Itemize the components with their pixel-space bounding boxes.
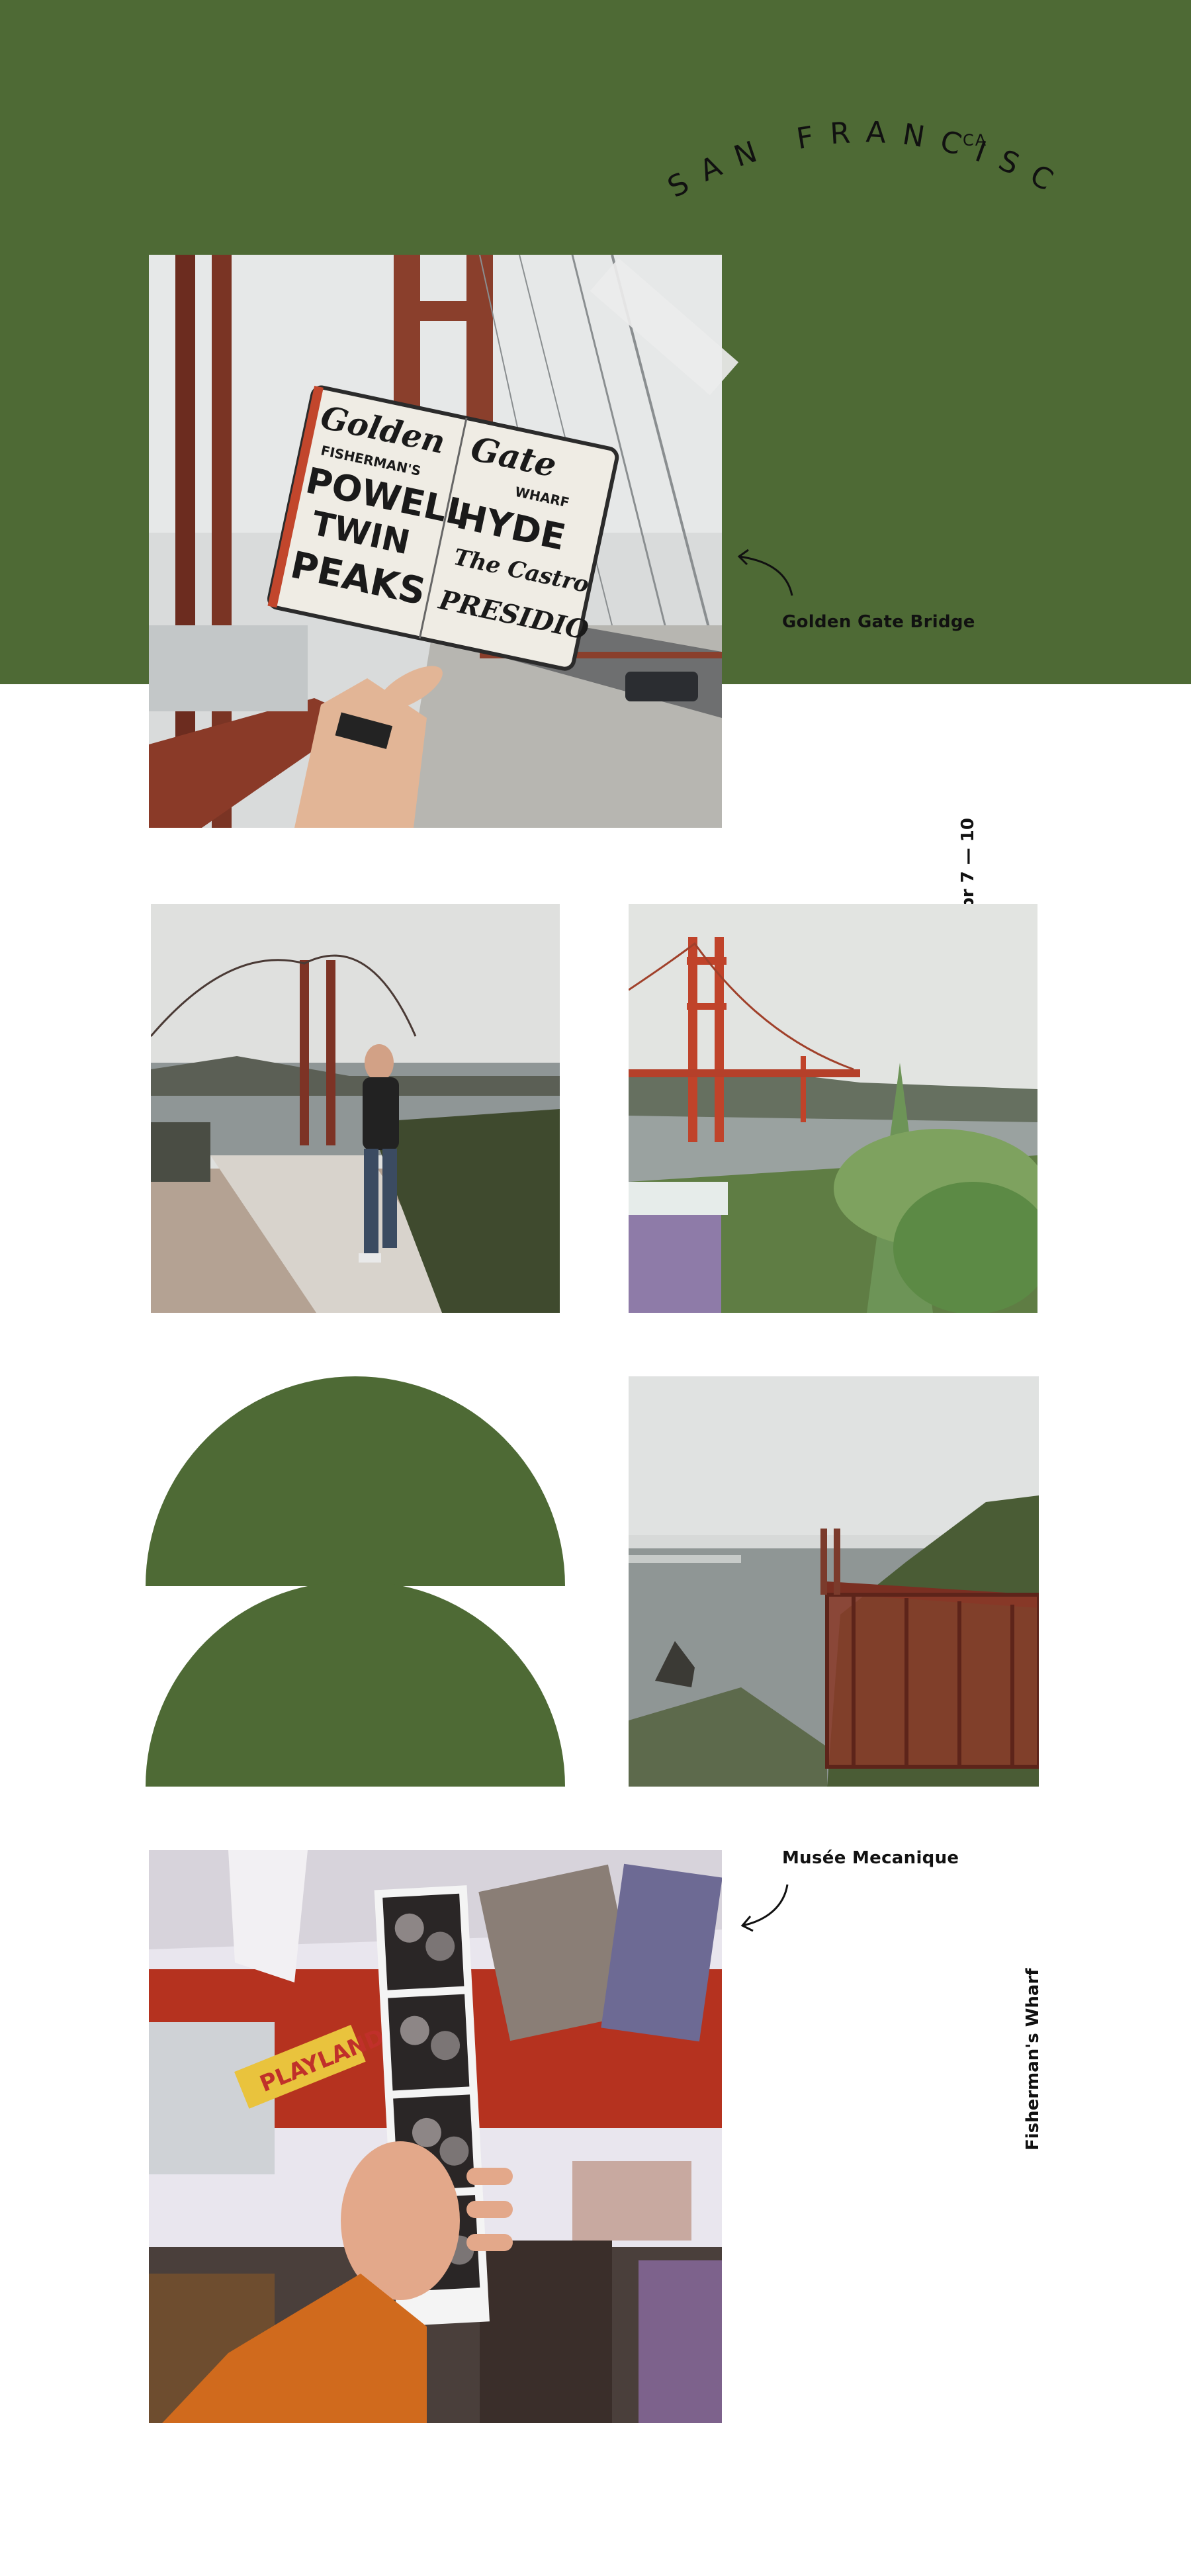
green-semicircle-bottom	[146, 1581, 565, 1787]
green-semicircle-top	[146, 1376, 565, 1586]
arrow-icon	[737, 549, 793, 596]
state-label: CA	[963, 131, 988, 150]
caption-golden-gate: Golden Gate Bridge	[782, 612, 975, 632]
bridge-plants-photo	[629, 904, 1037, 1313]
fog-bridge-photo	[629, 1376, 1039, 1787]
arrow-icon	[740, 1884, 789, 1932]
location-label: Fisherman's Wharf	[1023, 1968, 1043, 2151]
page-title: SAN FRANCISCO	[642, 86, 1072, 232]
woman-photo	[151, 904, 560, 1313]
caption-musee: Musée Mecanique	[782, 1848, 959, 1868]
photostrip-photo: PLAYLAND	[149, 1850, 722, 2423]
hero-photo: Golden FISHERMAN'S POWELL TWIN PEAKS Gat…	[149, 255, 722, 828]
